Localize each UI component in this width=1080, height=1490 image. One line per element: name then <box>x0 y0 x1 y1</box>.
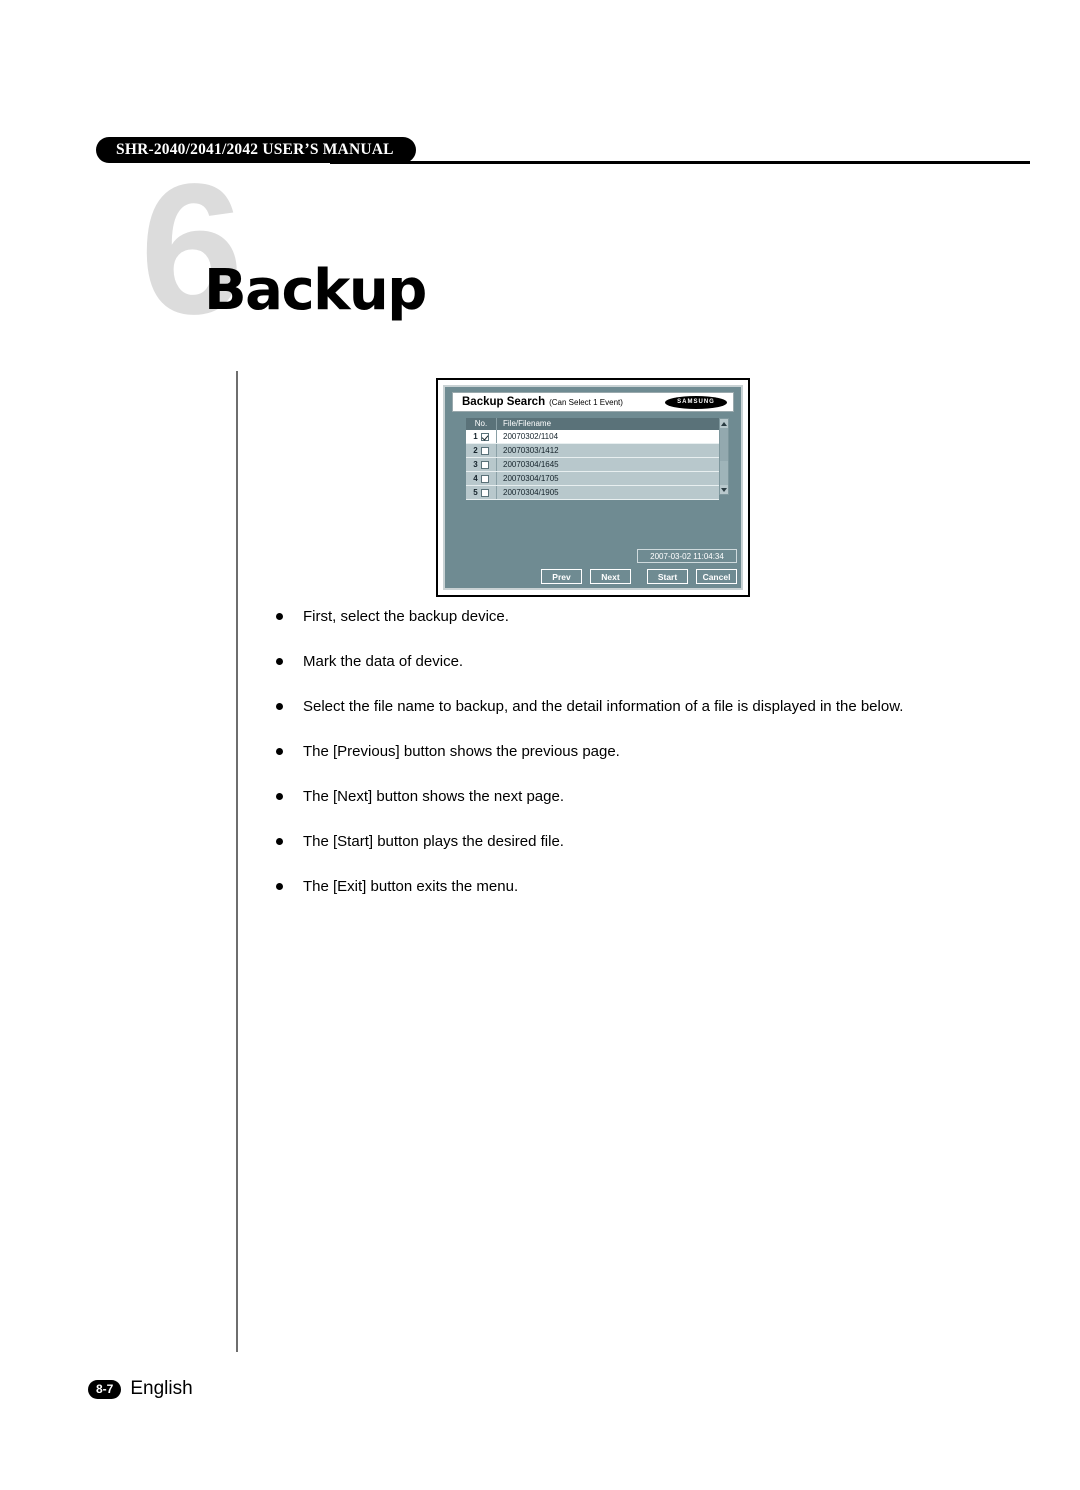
list-item: First, select the backup device. <box>276 607 976 627</box>
footer-language-label: English <box>130 1378 193 1399</box>
table-row[interactable]: 2 20070303/1412 <box>466 444 719 458</box>
filename-cell: 20070304/1705 <box>503 474 559 483</box>
header-divider <box>330 161 1030 164</box>
list-item: The [Exit] button exits the menu. <box>276 877 976 897</box>
file-list-table: No. File/Filename 1 20070302/1104 2 2007030… <box>466 418 719 500</box>
dialog-button-row: Prev Next Start Cancel <box>541 569 737 584</box>
table-row[interactable]: 3 20070304/1645 <box>466 458 719 472</box>
filename-cell: 20070303/1412 <box>503 446 559 455</box>
bullet-dot-icon <box>276 703 283 710</box>
bullet-dot-icon <box>276 658 283 665</box>
table-body: 1 20070302/1104 2 20070303/1412 3 20070304/16… <box>466 430 719 500</box>
table-row[interactable]: 1 20070302/1104 <box>466 430 719 444</box>
list-item: Select the file name to backup, and the … <box>276 697 976 717</box>
row-number-cell: 4 <box>466 472 497 485</box>
dialog-titlebar: Backup Search (Can Select 1 Event) SAMSU… <box>452 392 734 412</box>
list-item-text: Select the file name to backup, and the … <box>303 698 904 715</box>
page-title: Backup <box>204 258 427 323</box>
row-number-cell: 5 <box>466 486 497 499</box>
bullet-dot-icon <box>276 838 283 845</box>
row-checkbox[interactable] <box>480 488 489 497</box>
list-item: The [Previous] button shows the previous… <box>276 742 976 762</box>
list-item-text: First, select the backup device. <box>303 608 509 625</box>
list-item-text: The [Previous] button shows the previous… <box>303 743 620 760</box>
scroll-down-arrow-icon[interactable] <box>720 485 728 494</box>
cancel-button[interactable]: Cancel <box>696 569 737 584</box>
row-number: 5 <box>473 488 478 497</box>
list-item: The [Start] button plays the desired fil… <box>276 832 976 852</box>
row-number-cell: 1 <box>466 430 497 443</box>
page-number-badge: 8-7 <box>88 1379 122 1399</box>
samsung-logo-icon: SAMSUNG <box>665 395 727 409</box>
bullet-dot-icon <box>276 883 283 890</box>
row-number: 2 <box>473 446 478 455</box>
table-row[interactable]: 5 20070304/1905 <box>466 486 719 500</box>
row-number: 4 <box>473 474 478 483</box>
filename-cell: 20070304/1905 <box>503 488 559 497</box>
filename-cell: 20070304/1645 <box>503 460 559 469</box>
row-number-cell: 3 <box>466 458 497 471</box>
list-item: The [Next] button shows the next page. <box>276 787 976 807</box>
table-row[interactable]: 4 20070304/1705 <box>466 472 719 486</box>
chapter-heading: 6 Backup <box>140 157 620 355</box>
list-item-text: Mark the data of device. <box>303 653 464 670</box>
page-footer: 8-7 English <box>88 1378 193 1400</box>
row-number: 1 <box>473 432 478 441</box>
backup-search-dialog-figure: Backup Search (Can Select 1 Event) SAMSU… <box>436 378 750 597</box>
content-divider <box>236 371 238 1352</box>
bullet-dot-icon <box>276 793 283 800</box>
row-number: 3 <box>473 460 478 469</box>
row-checkbox[interactable] <box>480 432 489 441</box>
instruction-list: First, select the backup device. Mark the… <box>276 607 976 922</box>
dialog-frame: Backup Search (Can Select 1 Event) SAMSU… <box>443 385 743 590</box>
column-header-no: No. <box>466 418 497 430</box>
row-checkbox[interactable] <box>480 460 489 469</box>
list-item-text: The [Exit] button exits the menu. <box>303 878 519 895</box>
timestamp-display: 2007-03-02 11:04:34 <box>637 549 737 563</box>
list-item-text: The [Start] button plays the desired fil… <box>303 833 564 850</box>
list-item-text: The [Next] button shows the next page. <box>303 788 564 805</box>
bullet-dot-icon <box>276 748 283 755</box>
start-button[interactable]: Start <box>647 569 688 584</box>
scroll-up-arrow-icon[interactable] <box>720 419 728 428</box>
table-header-row: No. File/Filename <box>466 418 719 430</box>
row-checkbox[interactable] <box>480 446 489 455</box>
list-item: Mark the data of device. <box>276 652 976 672</box>
row-checkbox[interactable] <box>480 474 489 483</box>
column-header-filename: File/Filename <box>503 419 552 428</box>
dialog-subtitle: (Can Select 1 Event) <box>549 397 623 407</box>
row-number-cell: 2 <box>466 444 497 457</box>
scrollbar-thumb[interactable] <box>720 428 728 461</box>
dialog-title: Backup Search <box>462 396 546 408</box>
list-scrollbar[interactable] <box>719 418 729 495</box>
next-button[interactable]: Next <box>590 569 631 584</box>
prev-button[interactable]: Prev <box>541 569 582 584</box>
bullet-dot-icon <box>276 613 283 620</box>
filename-cell: 20070302/1104 <box>503 432 559 441</box>
